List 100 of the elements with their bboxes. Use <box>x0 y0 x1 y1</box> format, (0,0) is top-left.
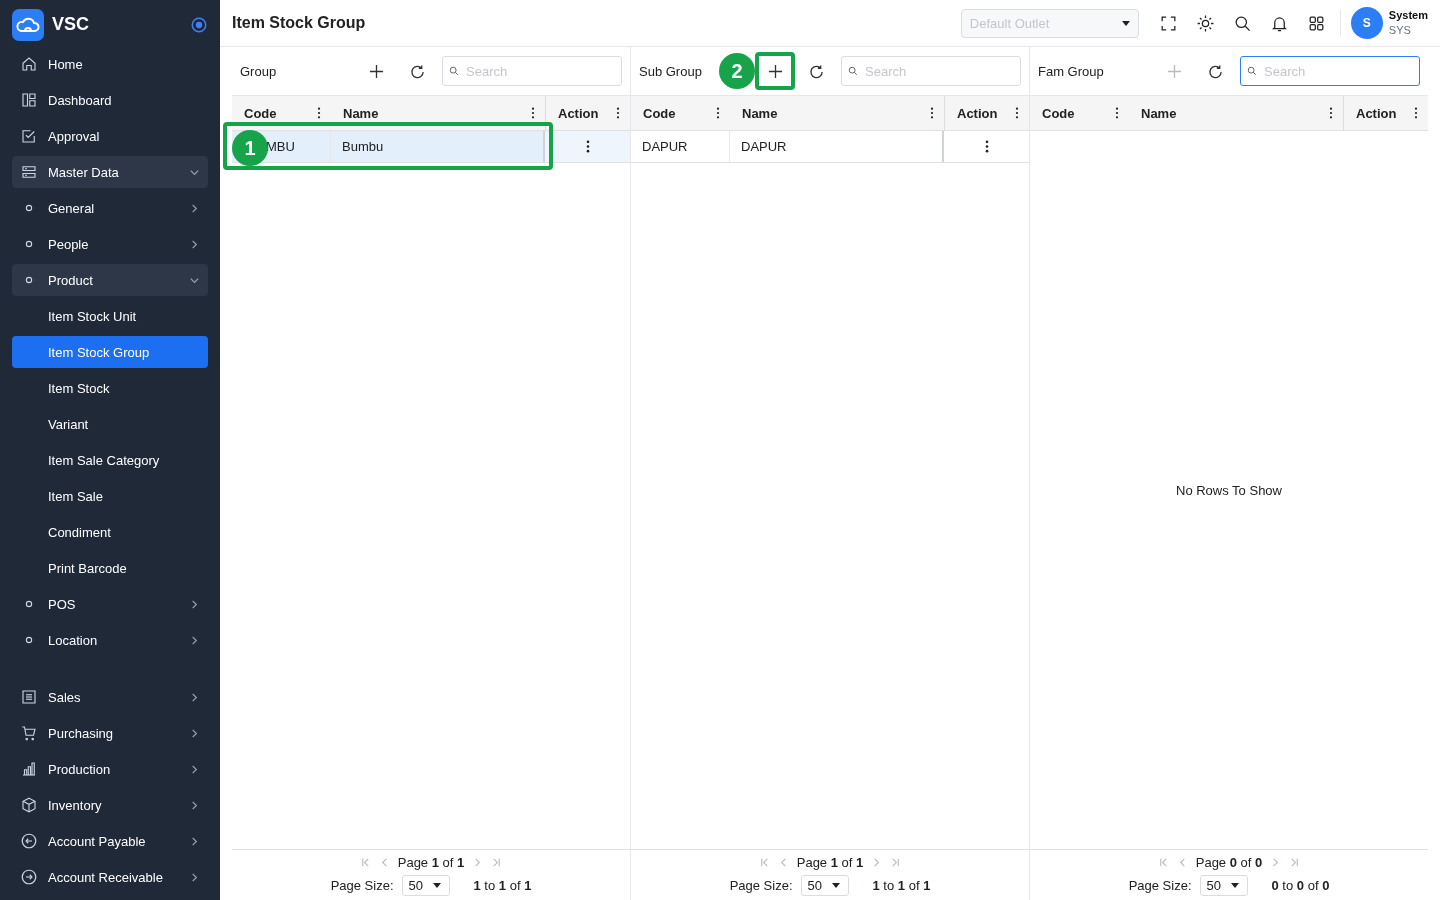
refresh-icon <box>1207 63 1223 79</box>
page-indicator: Page 1 of 1 <box>796 854 864 870</box>
sidebar-item[interactable]: Home <box>12 48 208 80</box>
row-range: 1 to 1 of 1 <box>473 877 532 893</box>
plus-icon <box>767 63 783 79</box>
sidebar-item[interactable]: People <box>12 228 208 260</box>
user-code: SYS <box>1388 23 1412 38</box>
page-size-select[interactable]: 50 <box>800 874 849 896</box>
sidebar-item[interactable]: POS <box>12 588 208 620</box>
column-menu-icon[interactable] <box>1115 107 1119 119</box>
panel-title: Sub Group <box>639 63 702 79</box>
user-avatar[interactable]: S <box>1350 7 1383 39</box>
page-indicator: Page 1 of 1 <box>397 854 465 870</box>
column-menu-icon[interactable] <box>616 107 620 119</box>
search-icon <box>848 66 858 76</box>
sidebar-item[interactable]: Print Barcode <box>12 552 208 584</box>
sidebar-item[interactable]: Item Stock Unit <box>12 300 208 332</box>
chevron-right-icon <box>189 598 200 610</box>
chevron-right-icon <box>189 202 200 214</box>
column-menu-icon[interactable] <box>1329 107 1333 119</box>
checkbox-icon <box>20 127 38 145</box>
caret-icon <box>432 882 441 888</box>
sidebar-item[interactable]: Dashboard <box>12 84 208 116</box>
user-name: System <box>1388 8 1428 23</box>
column-header[interactable]: Name <box>730 96 944 130</box>
sidebar-item[interactable]: Inventory <box>12 789 208 821</box>
dashboard-icon <box>20 91 38 109</box>
column-menu-icon[interactable] <box>531 107 535 119</box>
sidebar-item[interactable]: Location <box>12 624 208 656</box>
table-row[interactable]: DAPUR DAPUR <box>631 131 1029 163</box>
radio-toggle-icon[interactable] <box>190 15 208 34</box>
page-size-label: Page Size: <box>330 877 394 893</box>
sidebar-item[interactable]: Approval <box>12 120 208 152</box>
sidebar-item[interactable]: Sales <box>12 681 208 713</box>
sidebar-item[interactable]: Production <box>12 753 208 785</box>
search-icon <box>1247 66 1257 76</box>
table-cell: DAPUR <box>631 131 730 162</box>
sidebar-item[interactable]: Account Receivable <box>12 861 208 893</box>
column-header[interactable]: Name <box>331 96 545 130</box>
page-size-select[interactable]: 50 <box>401 874 450 896</box>
bar-chart-icon <box>20 760 38 778</box>
column-header[interactable]: Code <box>232 96 331 130</box>
column-menu-icon[interactable] <box>716 107 720 119</box>
page-indicator: Page 0 of 0 <box>1195 854 1263 870</box>
sidebar-item[interactable]: Product <box>12 264 208 296</box>
chevron-right-icon <box>189 727 200 739</box>
empty-message: No Rows To Show <box>1176 482 1282 498</box>
search-icon <box>449 66 459 76</box>
sidebar-item[interactable]: Condiment <box>12 516 208 548</box>
refresh-icon <box>409 63 425 79</box>
panel-title: Fam Group <box>1038 63 1104 79</box>
page-size-select[interactable]: 50 <box>1199 874 1248 896</box>
brand-name: VSC <box>52 14 90 35</box>
sidebar-item[interactable]: Master Data <box>12 156 208 188</box>
row-range: 0 to 0 of 0 <box>1271 877 1330 893</box>
caret-icon <box>1230 882 1239 888</box>
caret-icon <box>831 882 840 888</box>
column-header[interactable]: Action <box>944 96 1029 130</box>
table-cell: DAPUR <box>730 131 944 162</box>
sidebar-item[interactable]: Item Sale Category <box>12 444 208 476</box>
column-menu-icon[interactable] <box>930 107 934 119</box>
sidebar-item[interactable]: Item Stock Group <box>12 336 208 368</box>
column-menu-icon[interactable] <box>1015 107 1019 119</box>
row-range: 1 to 1 of 1 <box>872 877 931 893</box>
column-menu-icon[interactable] <box>317 107 321 119</box>
cart-icon <box>20 724 38 742</box>
server-icon <box>20 163 38 181</box>
page-title: Item Stock Group <box>232 14 367 32</box>
search-field[interactable]: Search <box>1240 56 1420 86</box>
chevron-right-icon <box>189 238 200 250</box>
column-header[interactable]: Action <box>545 96 630 130</box>
row-menu-icon[interactable] <box>585 140 590 153</box>
add-button[interactable] <box>755 52 795 90</box>
page-size-label: Page Size: <box>1128 877 1192 893</box>
chevron-right-icon <box>189 763 200 775</box>
sun-icon[interactable] <box>1195 13 1215 33</box>
column-menu-icon[interactable] <box>1414 107 1418 119</box>
sidebar-item[interactable]: Item Stock <box>12 372 208 404</box>
chevron-right-icon <box>189 835 200 847</box>
column-header[interactable]: Name <box>1129 96 1343 130</box>
sidebar-item[interactable]: Item Sale <box>12 480 208 512</box>
sidebar-item[interactable]: Variant <box>12 408 208 440</box>
table-cell: Bumbu <box>331 131 545 162</box>
plus-icon <box>368 63 384 79</box>
column-header[interactable]: Code <box>631 96 730 130</box>
chevron-right-icon <box>189 799 200 811</box>
column-header[interactable]: Action <box>1343 96 1428 130</box>
sidebar-item[interactable]: Account Payable <box>12 825 208 857</box>
column-header[interactable]: Code <box>1030 96 1129 130</box>
cloud-logo-icon <box>12 8 44 41</box>
sidebar-item[interactable]: General <box>12 192 208 224</box>
row-menu-icon[interactable] <box>984 140 989 153</box>
box-icon <box>20 796 38 814</box>
plus-icon <box>1166 63 1182 79</box>
refresh-icon <box>808 63 824 79</box>
list-icon <box>20 688 38 706</box>
page-size-label: Page Size: <box>729 877 793 893</box>
sidebar-item[interactable]: Purchasing <box>12 717 208 749</box>
chevron-right-icon <box>189 871 200 883</box>
panel-title: Group <box>240 63 277 79</box>
